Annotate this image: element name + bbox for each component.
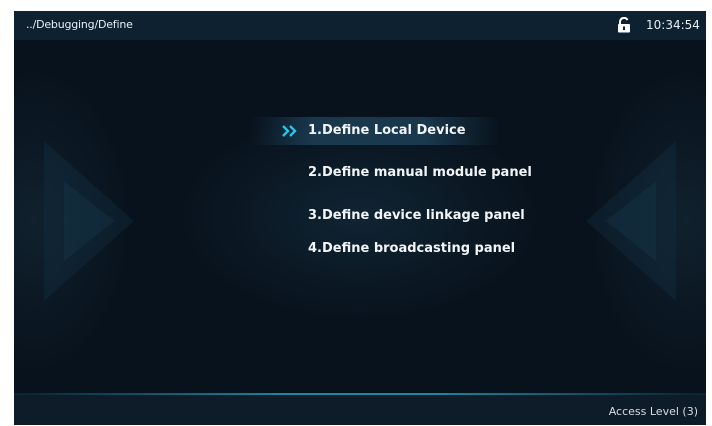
menu-item-define-manual-module-panel[interactable]: 2.Define manual module panel [250, 159, 532, 187]
menu-item-define-local-device[interactable]: 1.Define Local Device [250, 117, 500, 145]
menu-item-label: 2.Define manual module panel [308, 165, 532, 180]
menu-item-label: 3.Define device linkage panel [308, 208, 525, 223]
double-chevron-right-icon [282, 125, 297, 137]
menu-item-label: 1.Define Local Device [308, 123, 466, 138]
menu-item-define-broadcasting-panel[interactable]: 4.Define broadcasting panel [250, 235, 515, 263]
define-menu: 1.Define Local Device 2.Define manual mo… [14, 11, 706, 425]
menu-item-define-device-linkage-panel[interactable]: 3.Define device linkage panel [250, 202, 525, 230]
access-level-label: Access Level (3) [608, 405, 698, 418]
menu-item-label: 4.Define broadcasting panel [308, 241, 516, 256]
screen: ../Debugging/Define 10:34:54 1.Define Lo… [14, 11, 706, 425]
bottom-bar: Access Level (3) [14, 395, 706, 425]
